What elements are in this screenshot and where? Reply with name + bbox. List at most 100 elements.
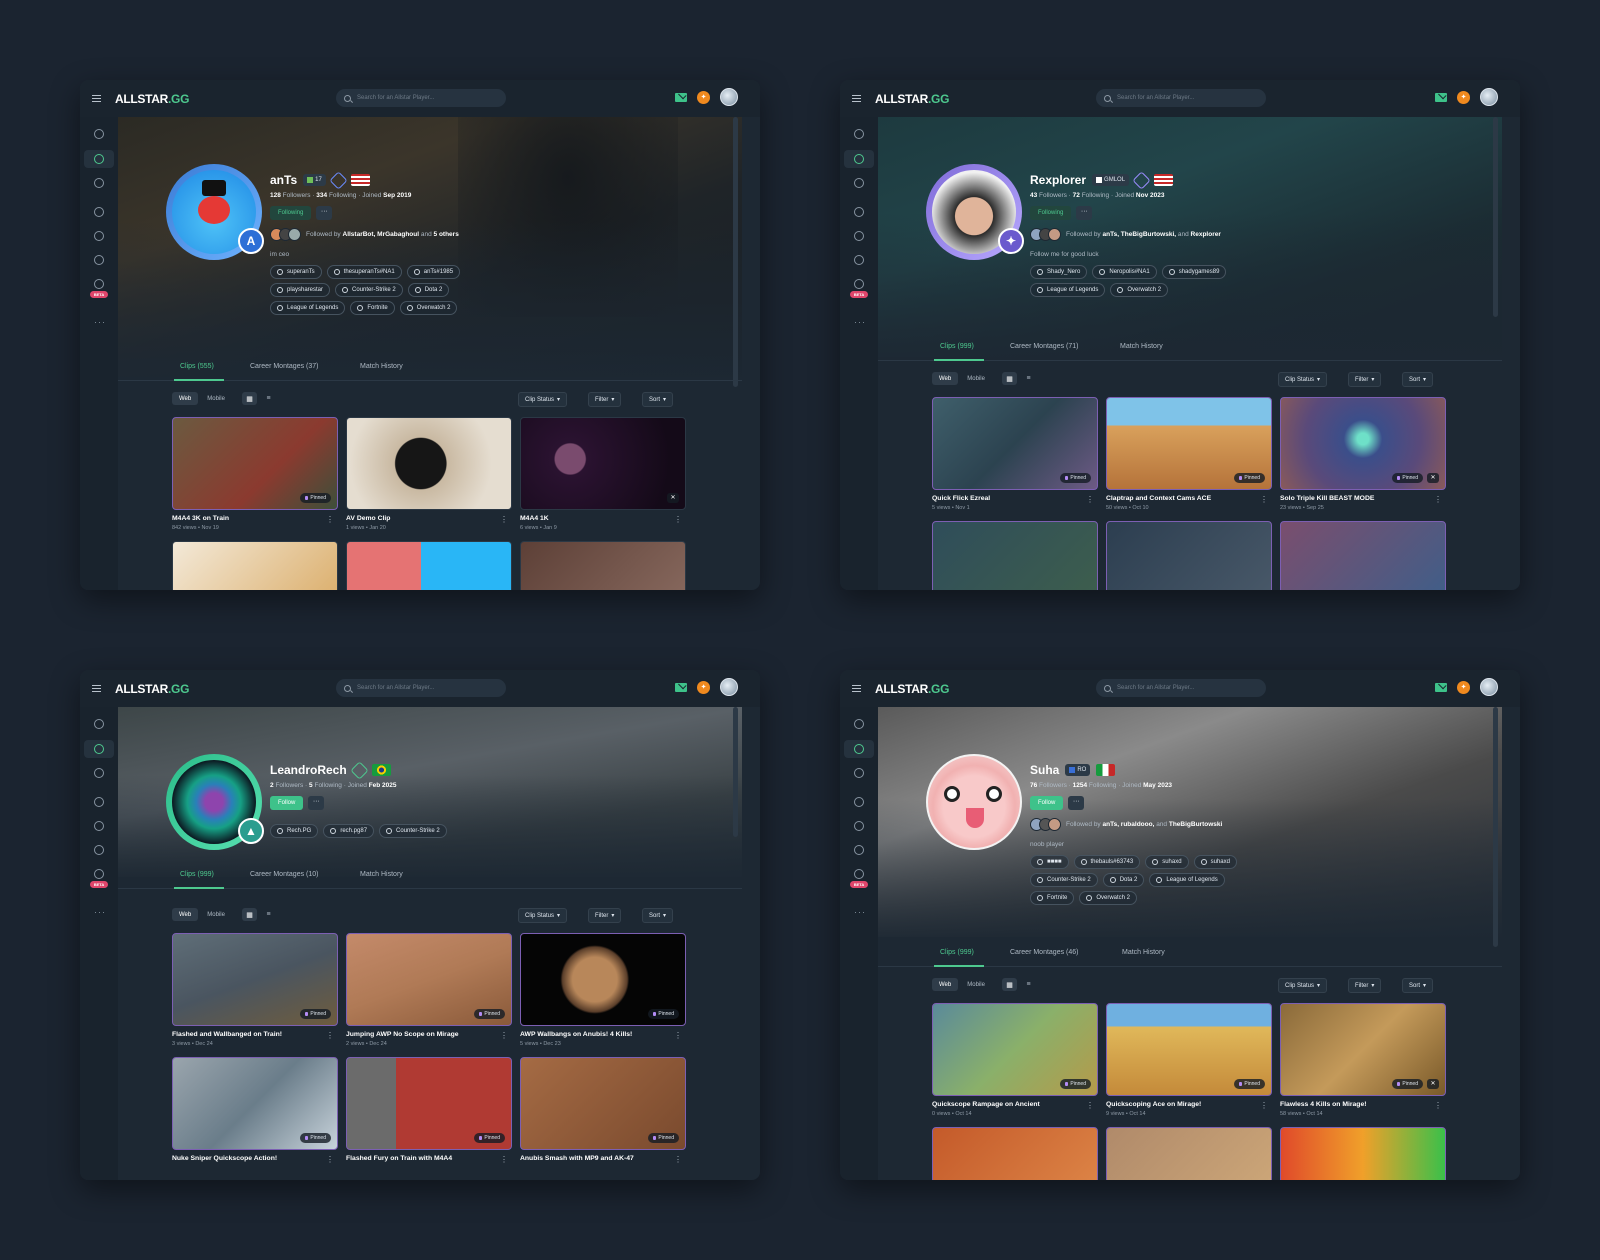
search-bar[interactable]: Search for an Allstar Player...: [336, 89, 506, 107]
clip-thumbnail[interactable]: [520, 541, 686, 590]
profile-icon[interactable]: [94, 154, 104, 164]
clip-thumbnail[interactable]: [1280, 1127, 1446, 1180]
game-chip[interactable]: Dota 2: [407, 283, 450, 297]
compass-icon[interactable]: [94, 719, 104, 729]
game-chip[interactable]: Fortnite: [1030, 891, 1075, 905]
game-chip[interactable]: League of Legends: [270, 301, 346, 315]
social-link[interactable]: thebauls#63743: [1073, 855, 1141, 869]
tab-match-history[interactable]: Match History: [1122, 949, 1165, 956]
profile-icon[interactable]: [854, 744, 864, 754]
allstar-logo[interactable]: ALLSTAR.GG: [115, 92, 189, 106]
scrollbar[interactable]: [1493, 707, 1498, 947]
clip-menu-icon[interactable]: ⋮: [326, 1032, 334, 1040]
clip-thumbnail[interactable]: Pinned: [520, 933, 686, 1026]
clip-menu-icon[interactable]: ⋮: [500, 1156, 508, 1164]
clip-menu-icon[interactable]: ⋮: [1434, 1102, 1442, 1110]
web-toggle[interactable]: Web: [172, 908, 199, 921]
clip-title[interactable]: Solo Triple Kill BEAST MODE: [1280, 495, 1446, 502]
clip-card[interactable]: [932, 521, 1098, 590]
grid-view-icon[interactable]: ▦: [242, 908, 257, 921]
clip-card[interactable]: Pinned Flashed Fury on Train with M4A4 ⋮: [346, 1057, 512, 1164]
clip-menu-icon[interactable]: ⋮: [1086, 496, 1094, 504]
tab-clips[interactable]: Clips (999): [180, 871, 214, 878]
game-chip[interactable]: League of Legends: [1149, 873, 1225, 887]
clip-menu-icon[interactable]: ⋮: [1260, 1102, 1268, 1110]
palette-icon[interactable]: [854, 231, 864, 241]
scrollbar[interactable]: [733, 117, 738, 387]
followed-by-names[interactable]: anTs, rubaldooo,: [1103, 821, 1155, 828]
clip-menu-icon[interactable]: ⋮: [1434, 496, 1442, 504]
web-toggle[interactable]: Web: [172, 392, 199, 405]
clip-card[interactable]: Pinned Claptrap and Context Cams ACE 50 …: [1106, 397, 1272, 511]
tab-career-montages[interactable]: Career Montages (10): [250, 871, 318, 878]
sort-dropdown[interactable]: Sort ▾: [642, 392, 674, 407]
mail-icon[interactable]: [675, 682, 687, 692]
mobile-toggle[interactable]: Mobile: [200, 392, 232, 405]
calendar-icon[interactable]: [94, 279, 104, 289]
mute-icon[interactable]: ✕: [1427, 473, 1439, 483]
clip-thumbnail[interactable]: Pinned: [1106, 1003, 1272, 1096]
calendar-icon[interactable]: [854, 279, 864, 289]
mobile-toggle[interactable]: Mobile: [960, 978, 992, 991]
clip-menu-icon[interactable]: ⋮: [500, 1032, 508, 1040]
filter-dropdown[interactable]: Filter ▾: [1348, 978, 1382, 993]
calendar-icon[interactable]: [854, 869, 864, 879]
user-avatar[interactable]: [720, 678, 738, 696]
follower-avatar[interactable]: [1048, 228, 1061, 241]
clip-title[interactable]: Flashed Fury on Train with M4A4: [346, 1155, 512, 1162]
more-options-button[interactable]: ···: [308, 796, 325, 810]
gear-icon[interactable]: [94, 207, 104, 217]
allstar-logo[interactable]: ALLSTAR.GG: [875, 682, 949, 696]
tab-clips[interactable]: Clips (999): [940, 949, 974, 956]
scrollbar[interactable]: [733, 707, 738, 837]
clip-title[interactable]: Quickscoping Ace on Mirage!: [1106, 1101, 1272, 1108]
clip-title[interactable]: M4A4 1K: [520, 515, 686, 522]
filter-dropdown[interactable]: Filter ▾: [588, 908, 622, 923]
clip-title[interactable]: Flashed and Wallbanged on Train!: [172, 1031, 338, 1038]
clip-card[interactable]: Pinned M4A4 3K on Train 842 views • Nov …: [172, 417, 338, 531]
clip-menu-icon[interactable]: ⋮: [674, 1156, 682, 1164]
clip-menu-icon[interactable]: ⋮: [326, 1156, 334, 1164]
menu-icon[interactable]: [92, 685, 101, 692]
more-options-button[interactable]: ···: [1076, 206, 1093, 220]
list-view-icon[interactable]: ≡: [261, 392, 276, 405]
tab-match-history[interactable]: Match History: [360, 871, 403, 878]
social-link[interactable]: Shady_Nero: [1030, 265, 1088, 279]
more-icon[interactable]: ···: [94, 318, 106, 327]
more-icon[interactable]: ···: [94, 908, 106, 917]
scrollbar[interactable]: [1493, 117, 1498, 317]
clip-menu-icon[interactable]: ⋮: [1086, 1102, 1094, 1110]
clip-thumbnail[interactable]: [1106, 1127, 1272, 1180]
clip-title[interactable]: Flawless 4 Kills on Mirage!: [1280, 1101, 1446, 1108]
clip-status-dropdown[interactable]: Clip Status ▾: [518, 392, 568, 407]
game-chip[interactable]: Counter-Strike 2: [335, 283, 403, 297]
clip-thumbnail[interactable]: [1280, 521, 1446, 590]
more-options-button[interactable]: ···: [1068, 796, 1085, 810]
list-view-icon[interactable]: ≡: [1021, 978, 1036, 991]
web-toggle[interactable]: Web: [932, 978, 959, 991]
clip-card[interactable]: [1106, 521, 1272, 590]
tab-clips[interactable]: Clips (555): [180, 363, 214, 370]
clip-card[interactable]: Pinned Quick Flick Ezreal 5 views • Nov …: [932, 397, 1098, 511]
social-link[interactable]: superanTs: [270, 265, 322, 279]
social-link[interactable]: Rech.PG: [270, 824, 319, 838]
follow-button[interactable]: Follow: [1030, 796, 1064, 810]
clip-thumbnail[interactable]: Pinned: [172, 417, 338, 510]
followed-by-names[interactable]: anTs, TheBigBurtowski,: [1103, 231, 1177, 238]
social-link[interactable]: anTs#1985: [406, 265, 461, 279]
game-chip[interactable]: Counter-Strike 2: [379, 824, 447, 838]
clip-card[interactable]: Pinned AWP Wallbangs on Anubis! 4 Kills!…: [520, 933, 686, 1047]
clip-title[interactable]: AV Demo Clip: [346, 515, 512, 522]
clip-card[interactable]: [1280, 1127, 1446, 1180]
tab-clips[interactable]: Clips (999): [940, 343, 974, 350]
compass-icon[interactable]: [854, 129, 864, 139]
video-icon[interactable]: [94, 845, 104, 855]
studio-icon[interactable]: [94, 178, 104, 188]
tab-career-montages[interactable]: Career Montages (71): [1010, 343, 1078, 350]
sort-dropdown[interactable]: Sort ▾: [1402, 978, 1434, 993]
grid-view-icon[interactable]: ▦: [1002, 978, 1017, 991]
clip-thumbnail[interactable]: [346, 541, 512, 590]
clip-title[interactable]: Nuke Sniper Quickscope Action!: [172, 1155, 338, 1162]
game-chip[interactable]: Overwatch 2: [1110, 283, 1169, 297]
following-button[interactable]: Following: [1030, 206, 1072, 220]
